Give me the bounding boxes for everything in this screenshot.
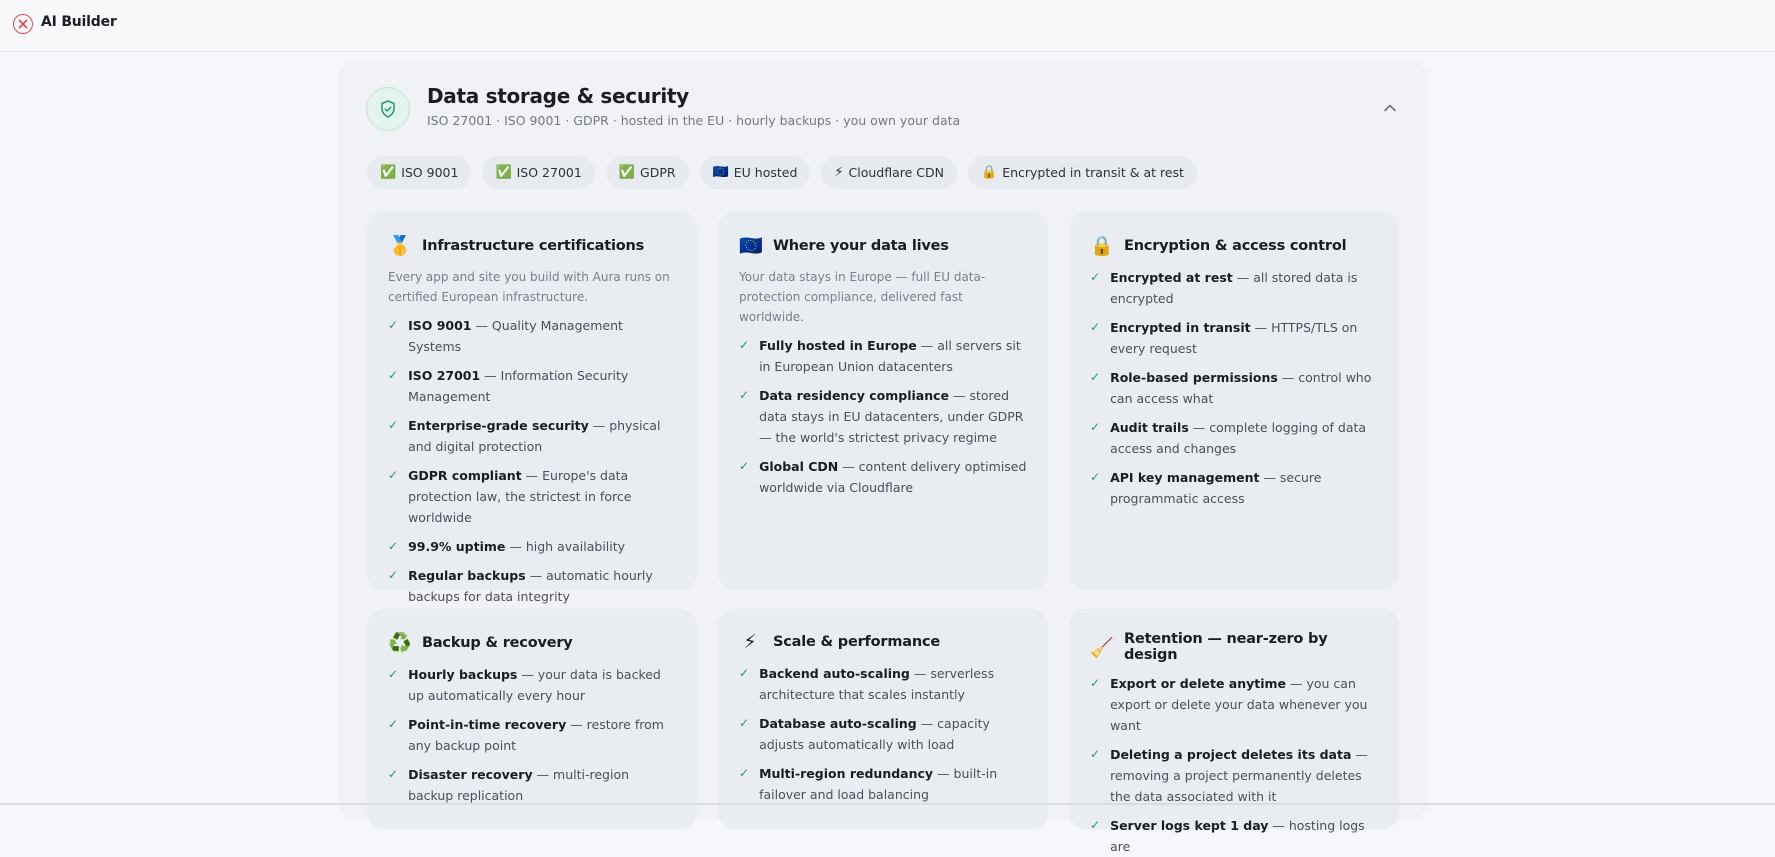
shield-check-icon [366,87,410,131]
list-item: ✓ 99.9% uptime — high availability [388,536,677,557]
list-item: ✓ Global CDN — content delivery optimised… [739,456,1028,498]
check-icon: ✓ [1090,818,1101,832]
check-mark-icon: ✅ [618,165,636,180]
check-icon: ✓ [1090,470,1101,484]
list-item: ✓ Database auto-scaling — capacity adjust… [739,713,1028,755]
badge-encrypted: 🔒 Encrypted in transit & at rest [968,156,1197,189]
check-icon: ✓ [739,338,750,352]
check-icon: ✓ [739,766,750,780]
check-icon: ✓ [739,666,750,680]
lock-icon: 🔒 [981,165,998,180]
check-icon: ✓ [388,568,399,582]
badge-iso-9001: ✅ ISO 9001 [367,156,472,189]
card-title: Retention — near-zero by design [1124,631,1328,663]
check-icon: ✓ [1090,676,1101,690]
close-button[interactable] [13,14,33,34]
card-where-your-data-lives: 🇪🇺 Where your data lives Your data stays… [718,212,1048,590]
list-item: ✓ Data residency compliance — stored data… [739,385,1028,448]
lightning-icon: ⚡ [743,631,757,653]
badge-label: GDPR [640,165,676,180]
list-item: ✓ Export or delete anytime — you can expo… [1090,673,1379,736]
card-encryption-access-control: 🔒 Encryption & access control ✓ Encrypted… [1069,212,1399,590]
eu-flag-icon: 🇪🇺 [712,165,729,180]
app-title: AI Builder [41,14,117,30]
badge-label: Encrypted in transit & at rest [1002,165,1184,180]
list-item: ✓ ISO 27001 — Information Security Manage… [388,365,677,407]
check-icon: ✓ [388,368,399,382]
check-icon: ✓ [388,667,399,681]
check-icon: ✓ [388,418,399,432]
card-title: Where your data lives [773,237,949,254]
check-icon: ✓ [388,318,399,332]
badge-label: EU hosted [733,165,798,180]
medal-icon: 🥇 [388,235,412,257]
card-scale-performance: ⚡ Scale & performance ✓ Backend auto-scal… [718,609,1048,829]
top-bar: AI Builder [0,0,1775,52]
list-item: ✓ Regular backups — automatic hourly back… [388,565,677,607]
list-item: ✓ Point-in-time recovery — restore from a… [388,714,677,756]
card-description: Every app and site you build with Aura r… [388,270,670,304]
card-title: Encryption & access control [1124,237,1347,254]
card-title: Infrastructure certifications [422,237,645,254]
check-icon: ✓ [739,388,750,402]
check-icon: ✓ [739,716,750,730]
check-icon: ✓ [1090,320,1101,334]
lock-icon: 🔒 [1090,235,1114,257]
list-item: ✓ ISO 9001 — Quality Management Systems [388,315,677,357]
check-icon: ✓ [388,767,399,781]
check-icon: ✓ [388,468,399,482]
list-item: ✓ Role-based permissions — control who ca… [1090,367,1379,409]
badge-cloudflare-cdn: ⚡ Cloudflare CDN [821,156,958,189]
close-icon [18,19,28,29]
list-item: ✓ Encrypted in transit — HTTPS/TLS on eve… [1090,317,1379,359]
check-icon: ✓ [388,717,399,731]
card-title: Scale & performance [773,634,940,650]
collapse-button[interactable] [1380,98,1400,118]
check-icon: ✓ [1090,420,1101,434]
check-mark-icon: ✅ [380,165,397,180]
list-item: ✓ Fully hosted in Europe — all servers si… [739,335,1028,377]
recycle-icon: ♻️ [388,632,412,654]
check-mark-icon: ✅ [495,165,512,180]
list-item: ✓ API key management — secure programmati… [1090,467,1379,509]
check-icon: ✓ [1090,747,1101,761]
badge-gdpr: ✅ GDPR [605,156,689,189]
badge-label: Cloudflare CDN [848,165,945,180]
badge-label: ISO 27001 [516,165,582,180]
section-subtitle: ISO 27001 · ISO 9001 · GDPR · hosted in … [427,113,961,128]
card-retention: 🧹 Retention — near-zero by design ✓ Expor… [1069,609,1399,854]
check-icon: ✓ [739,459,750,473]
section-title: Data storage & security [427,84,689,108]
badge-eu-hosted: 🇪🇺 EU hosted [699,156,811,189]
list-item: ✓ GDPR compliant — Europe's data protecti… [388,465,677,528]
check-icon: ✓ [1090,270,1101,284]
list-item: ✓ Disaster recovery — multi-region backup… [388,764,677,806]
list-item: ✓ Audit trails — complete logging of data… [1090,417,1379,459]
card-infrastructure-certifications: 🥇 Infrastructure certifications Every ap… [367,212,697,604]
badge-row: ✅ ISO 9001 ✅ ISO 27001 ✅ GDPR 🇪🇺 EU host… [367,156,1197,189]
broom-icon: 🧹 [1090,636,1114,659]
card-backup-recovery: ♻️ Backup & recovery ✓ Hourly backups — y… [367,609,697,829]
list-item: ✓ Encrypted at rest — all stored data is … [1090,267,1379,309]
card-description: Your data stays in Europe — full EU data… [739,270,986,324]
list-item: ✓ Multi-region redundancy — built-in fail… [739,763,1028,805]
list-item: ✓ Backend auto-scaling — serverless archi… [739,663,1028,705]
list-item: ✓ Server logs kept 1 day — hosting logs a… [1090,815,1379,857]
list-item: ✓ Deleting a project deletes its data — r… [1090,744,1379,807]
eu-flag-icon: 🇪🇺 [739,235,763,257]
list-item: ✓ Enterprise-grade security — physical an… [388,415,677,457]
check-icon: ✓ [388,539,399,553]
chevron-up-icon [1384,104,1396,112]
check-icon: ✓ [1090,370,1101,384]
badge-iso-27001: ✅ ISO 27001 [482,156,595,189]
badge-label: ISO 9001 [401,165,459,180]
list-item: ✓ Hourly backups — your data is backed up… [388,664,677,706]
lightning-icon: ⚡ [834,165,844,180]
card-title: Backup & recovery [422,634,573,651]
